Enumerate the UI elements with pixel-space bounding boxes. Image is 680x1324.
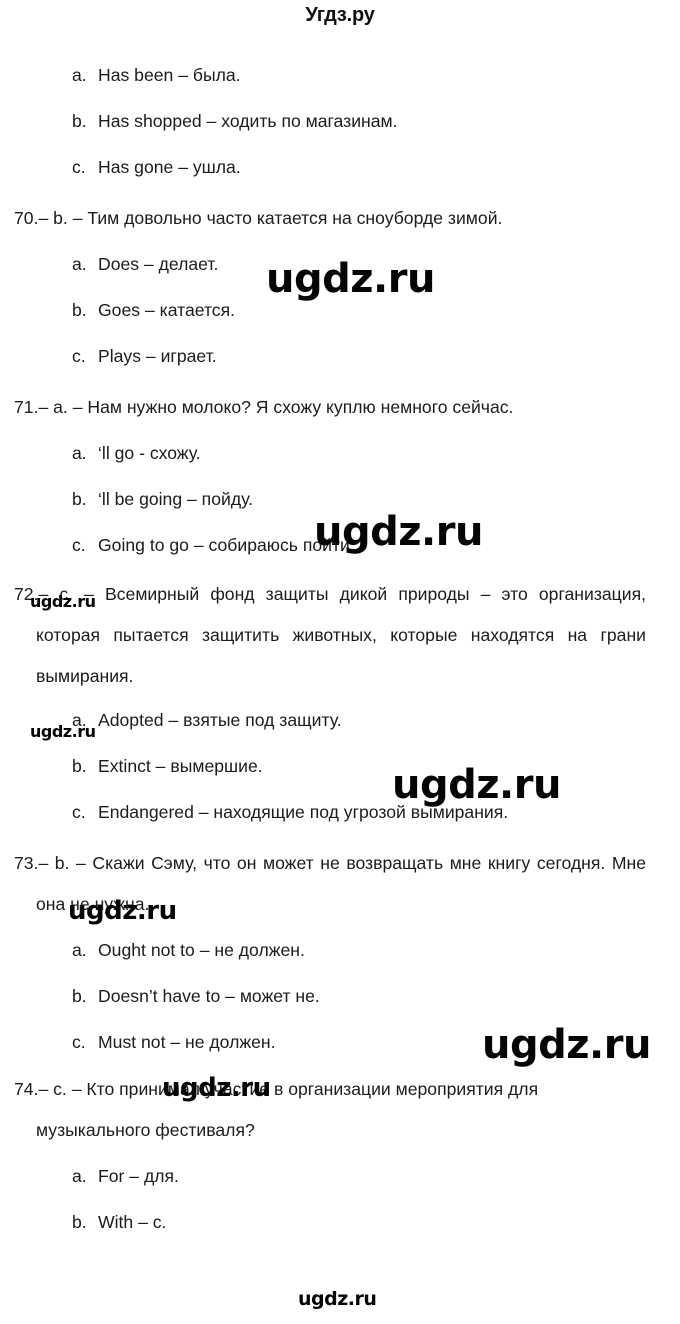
answer-statement: 72.– c. – Всемирный фонд защиты дикой пр… (14, 584, 646, 686)
option-marker: b. (72, 489, 87, 509)
list-item: a. ‘ll go - схожу. (0, 430, 680, 476)
option-text: Plays – играет. (98, 346, 217, 366)
options-list: a. Has been – была. b. Has shopped – ход… (0, 52, 680, 190)
list-item: a. Adopted – взятые под защиту. (0, 697, 680, 743)
watermark: ugdz.ru (392, 762, 561, 808)
watermark: ugdz.ru (30, 592, 96, 611)
list-item: c. Has gone – ушла. (0, 144, 680, 190)
option-marker: b. (72, 1212, 87, 1232)
option-text: Has gone – ушла. (98, 157, 241, 177)
option-marker: a. (72, 254, 87, 274)
option-marker: a. (72, 65, 87, 85)
watermark: ugdz.ru (30, 722, 96, 741)
list-item: b. Has shopped – ходить по магазинам. (0, 98, 680, 144)
list-item: a. Has been – была. (0, 52, 680, 98)
watermark: ugdz.ru (314, 509, 483, 555)
option-marker: c. (72, 535, 86, 555)
option-marker: b. (72, 986, 87, 1006)
list-item: b. Doesn’t have to – может не. (0, 973, 680, 1019)
watermark: ugdz.ru (68, 896, 177, 926)
option-text: ‘ll be going – пойду. (98, 489, 254, 509)
option-marker: c. (72, 346, 86, 366)
answer-statement: 74.– c. – Кто принимал участие в организ… (14, 1079, 539, 1140)
list-item: b. Extinct – вымершие. (0, 743, 680, 789)
list-item: a. Ought not to – не должен. (0, 927, 680, 973)
options-list: a. For – для. b. With – c. (0, 1153, 680, 1245)
option-text: ‘ll go - схожу. (98, 443, 201, 463)
page-title: Угдз.ру (305, 4, 375, 26)
watermark: ugdz.ru (298, 1288, 377, 1310)
answer-statement: 71.– a. – Нам нужно молоко? Я схожу купл… (14, 397, 514, 417)
list-item: c. Plays – играет. (0, 333, 680, 379)
list-item: c. Endangered – находящие под угрозой вы… (0, 789, 680, 835)
option-marker: b. (72, 111, 87, 131)
watermark: ugdz.ru (482, 1022, 651, 1068)
option-text: With – c. (98, 1212, 167, 1232)
option-marker: b. (72, 300, 87, 320)
option-text: Does – делает. (98, 254, 219, 274)
answer-block-74: 74.– c. – Кто принимал участие в организ… (0, 1069, 680, 1245)
option-text: Has shopped – ходить по магазинам. (98, 111, 398, 131)
option-marker: c. (72, 802, 86, 822)
answer-statement: 70.– b. – Тим довольно часто катается на… (14, 208, 503, 228)
option-marker: b. (72, 756, 87, 776)
option-text: Has been – была. (98, 65, 241, 85)
page-canvas: Угдз.ру a. Has been – была. b. Has shopp… (0, 0, 680, 1324)
option-marker: c. (72, 1032, 86, 1052)
list-item: a. For – для. (0, 1153, 680, 1199)
option-text: Ought not to – не должен. (98, 940, 305, 960)
option-text: Goes – катается. (98, 300, 236, 320)
option-marker: a. (72, 443, 87, 463)
option-marker: c. (72, 157, 86, 177)
options-list: a. Adopted – взятые под защиту. b. Extin… (0, 697, 680, 835)
watermark: ugdz.ru (266, 256, 435, 302)
list-item: b. With – c. (0, 1199, 680, 1245)
watermark: ugdz.ru (162, 1073, 271, 1103)
option-text: Extinct – вымершие. (98, 756, 263, 776)
option-text: Must not – не должен. (98, 1032, 276, 1052)
option-text: For – для. (98, 1166, 179, 1186)
option-marker: a. (72, 1166, 87, 1186)
answer-block-72: 72.– c. – Всемирный фонд защиты дикой пр… (0, 574, 680, 835)
option-text: Doesn’t have to – может не. (98, 986, 320, 1006)
option-marker: a. (72, 940, 87, 960)
option-text: Adopted – взятые под защиту. (98, 710, 342, 730)
